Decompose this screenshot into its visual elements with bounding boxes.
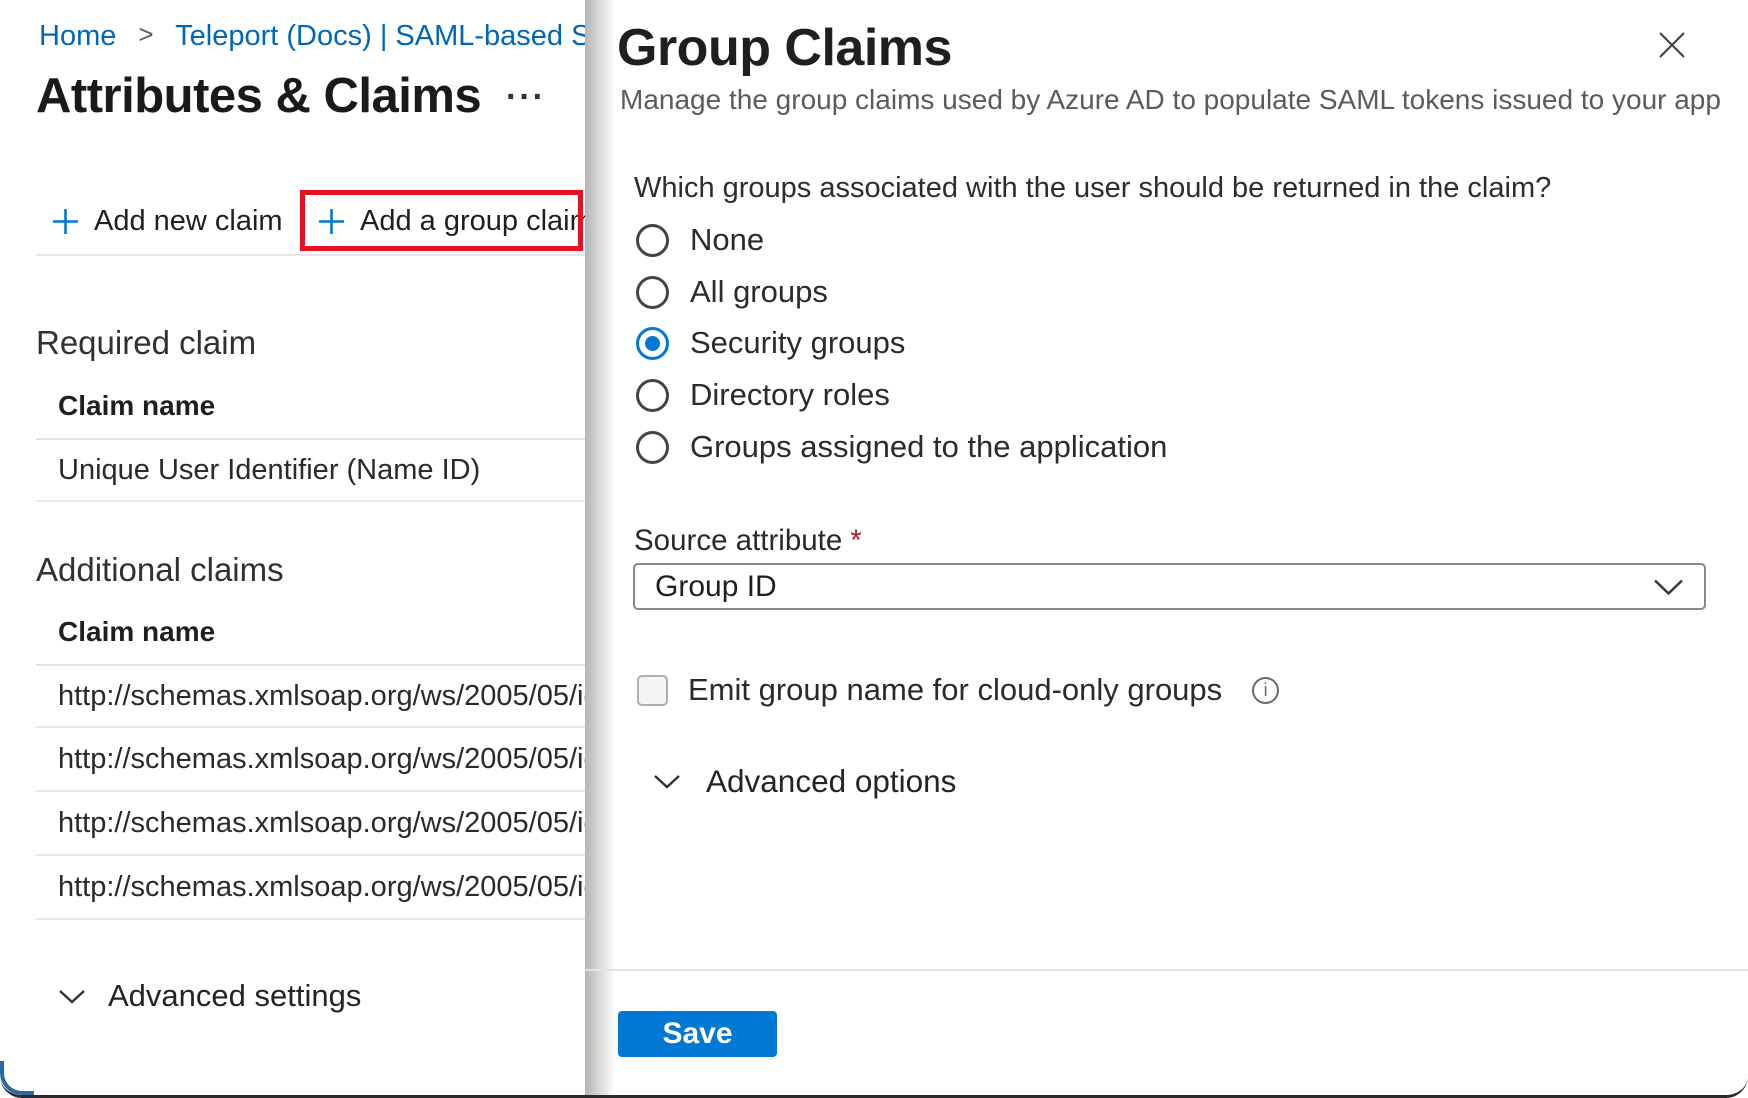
radio-icon (636, 379, 669, 412)
close-icon[interactable] (1657, 30, 1689, 62)
radio-option-directory-roles[interactable]: Directory roles (636, 377, 890, 413)
info-icon[interactable]: i (1252, 677, 1279, 704)
source-attribute-label: Source attribute* (634, 524, 862, 558)
more-options-icon[interactable]: ··· (506, 78, 546, 117)
radio-label: All groups (690, 274, 828, 310)
radio-option-all-groups[interactable]: All groups (636, 274, 828, 310)
browser-window: Home > Teleport (Docs) | SAML-based Sign… (0, 0, 1748, 1098)
panel-subtitle: Manage the group claims used by Azure AD… (620, 84, 1721, 116)
save-button[interactable]: Save (618, 1011, 777, 1057)
chevron-down-icon (58, 988, 86, 1005)
plus-icon (318, 208, 345, 235)
radio-label: Groups assigned to the application (690, 429, 1167, 465)
group-claims-panel: Group Claims Manage the group claims use… (585, 0, 1748, 1098)
breadcrumb: Home > Teleport (Docs) | SAML-based Sign (39, 20, 629, 53)
radio-option-none[interactable]: None (636, 222, 764, 258)
breadcrumb-chevron-icon: > (138, 19, 153, 49)
source-attribute-dropdown[interactable]: Group ID (633, 563, 1706, 610)
panel-title: Group Claims (617, 18, 952, 78)
radio-option-security-groups[interactable]: Security groups (636, 325, 905, 361)
advanced-options-label: Advanced options (706, 763, 956, 800)
radio-label: Directory roles (690, 377, 890, 413)
add-new-claim-label: Add new claim (94, 205, 283, 238)
radio-label: Security groups (690, 325, 905, 361)
checkbox-label: Emit group name for cloud-only groups (688, 672, 1222, 708)
page-title: Attributes & Claims (36, 68, 481, 124)
group-claims-question: Which groups associated with the user sh… (634, 172, 1551, 205)
plus-icon (52, 208, 79, 235)
emit-group-name-checkbox[interactable]: Emit group name for cloud-only groups i (637, 672, 1279, 708)
radio-icon (636, 276, 669, 309)
radio-icon (636, 327, 669, 360)
panel-footer-divider (585, 969, 1748, 971)
advanced-settings-toggle[interactable]: Advanced settings (58, 978, 361, 1014)
advanced-options-toggle[interactable]: Advanced options (653, 763, 956, 800)
additional-claims-column-header: Claim name (58, 616, 215, 648)
required-claim-heading: Required claim (36, 324, 256, 362)
chevron-down-icon (1653, 578, 1684, 596)
checkbox-icon (637, 675, 668, 706)
required-asterisk: * (850, 524, 861, 557)
additional-claims-heading: Additional claims (36, 551, 284, 589)
radio-label: None (690, 222, 764, 258)
chevron-down-icon (653, 773, 681, 790)
radio-option-groups-assigned[interactable]: Groups assigned to the application (636, 429, 1167, 465)
add-group-claim-label: Add a group claim (360, 205, 594, 238)
breadcrumb-home-link[interactable]: Home (39, 20, 116, 52)
radio-icon (636, 224, 669, 257)
dropdown-selected-value: Group ID (655, 570, 1653, 604)
advanced-settings-label: Advanced settings (108, 978, 361, 1014)
add-new-claim-button[interactable]: Add new claim (52, 193, 283, 250)
radio-icon (636, 431, 669, 464)
required-claim-column-header: Claim name (58, 390, 215, 422)
breadcrumb-app-link[interactable]: Teleport (Docs) | SAML-based Sign (175, 20, 629, 52)
add-group-claim-button[interactable]: Add a group claim (318, 193, 594, 250)
